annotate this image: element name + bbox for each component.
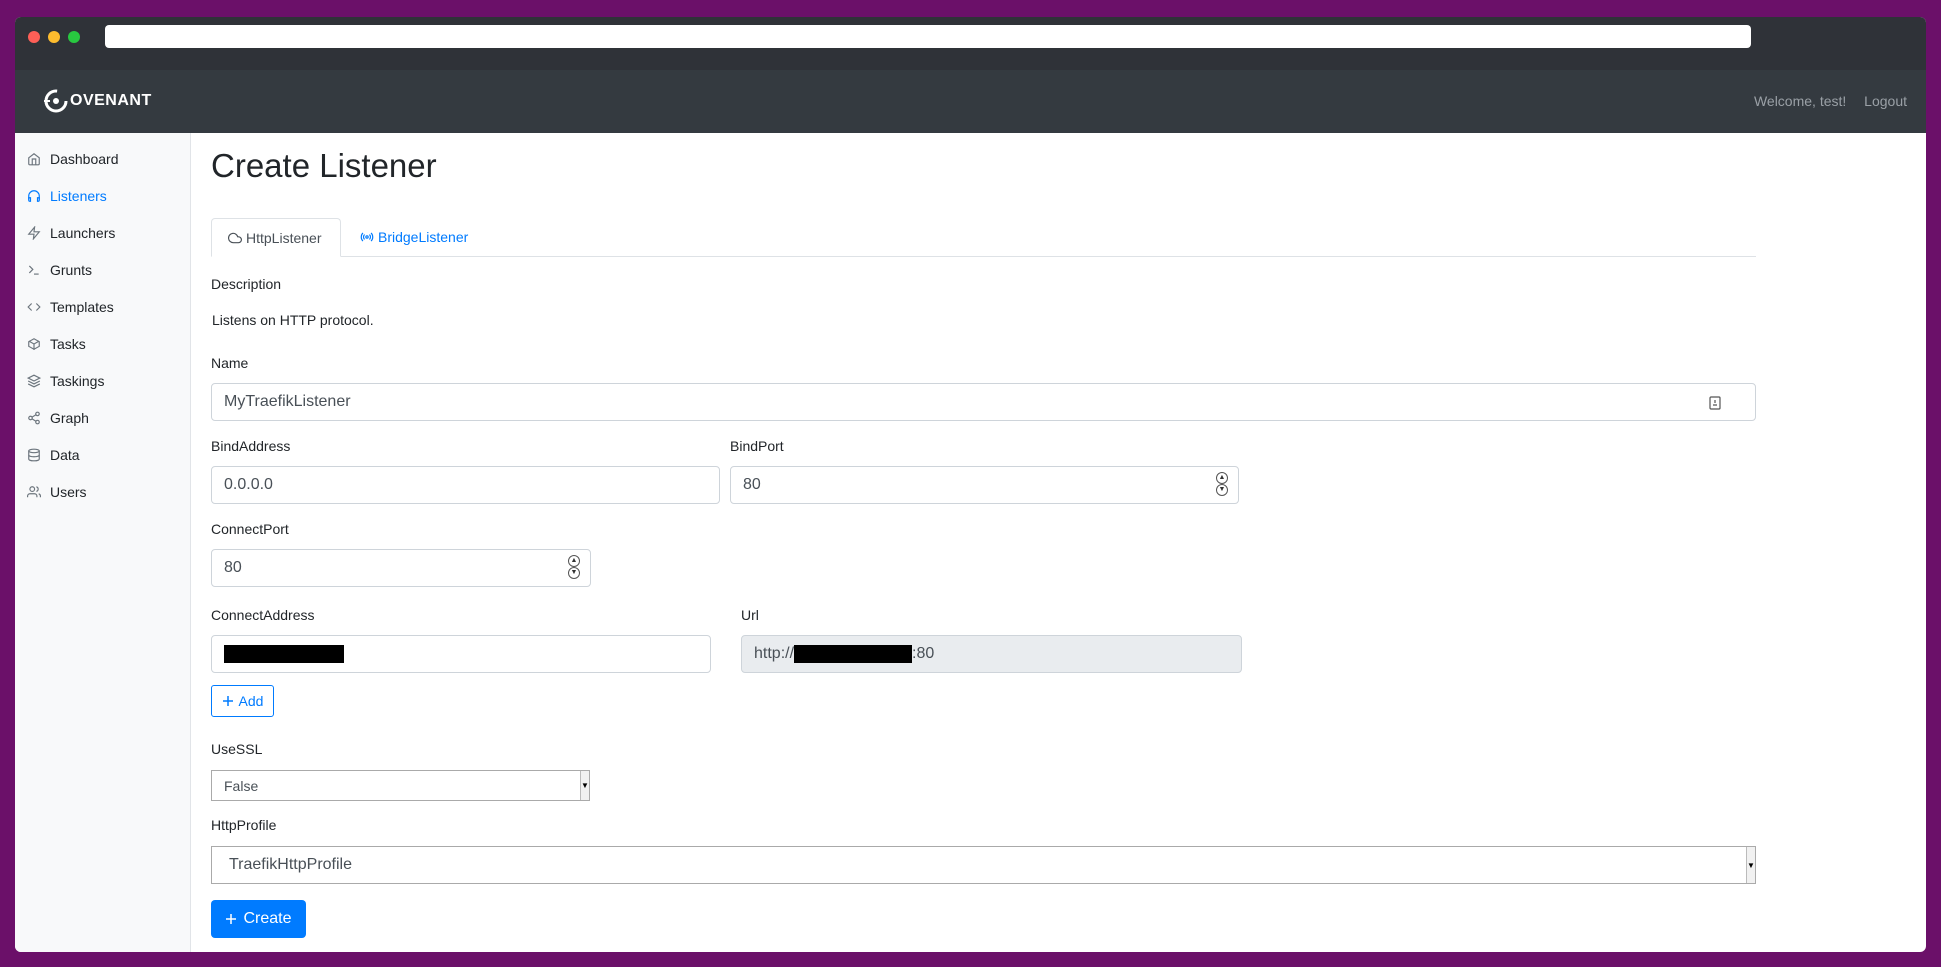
password-manager-icon[interactable] <box>1709 396 1721 410</box>
url-readonly-field: http:// :80 <box>741 635 1242 673</box>
sidebar-item-label: Tasks <box>50 336 86 352</box>
description-label: Description <box>211 276 282 292</box>
bind-port-stepper[interactable]: ▲ ▼ <box>1216 472 1228 496</box>
chevron-down-icon[interactable]: ▼ <box>568 567 580 579</box>
zap-icon <box>27 226 41 240</box>
sidebar-item-label: Dashboard <box>50 151 119 167</box>
sidebar-item-label: Templates <box>50 299 114 315</box>
page-title: Create Listener <box>211 147 437 184</box>
chevron-down-icon[interactable]: ▼ <box>1216 484 1228 496</box>
home-icon <box>28 153 40 166</box>
description-text: Listens on HTTP protocol. <box>212 312 374 328</box>
database-icon <box>28 448 40 462</box>
dropdown-caret-icon: ▼ <box>1746 847 1755 883</box>
sidebar-item-data[interactable]: Data <box>27 444 80 466</box>
tab-label: BridgeListener <box>378 229 469 245</box>
listener-type-tabs: HttpListener BridgeListener <box>211 218 1756 257</box>
brand-logo[interactable]: OVENANT <box>42 86 152 116</box>
bind-address-value: 0.0.0.0 <box>224 476 273 493</box>
bind-address-label: BindAddress <box>211 438 291 454</box>
sidebar-item-users[interactable]: Users <box>27 481 87 503</box>
use-ssl-label: UseSSL <box>211 741 263 757</box>
headphones-icon <box>28 190 40 202</box>
browser-window: OVENANT Welcome, test! Logout Dashboard … <box>15 17 1926 952</box>
connect-address-input[interactable] <box>211 635 711 673</box>
sidebar-item-label: Taskings <box>50 373 105 389</box>
http-profile-value: TraefikHttpProfile <box>229 856 352 873</box>
sidebar-item-launchers[interactable]: Launchers <box>27 222 115 244</box>
sidebar-item-listeners[interactable]: Listeners <box>27 185 107 207</box>
bind-port-input[interactable]: 80 ▲ ▼ <box>730 466 1239 504</box>
redacted-url-host <box>794 645 913 663</box>
sidebar-item-label: Grunts <box>50 262 93 278</box>
cloud-icon <box>228 232 242 243</box>
sidebar: Dashboard Listeners Launchers Grunts Tem… <box>15 133 191 952</box>
sidebar-item-dashboard[interactable]: Dashboard <box>27 148 119 170</box>
create-button-label: Create <box>243 910 292 927</box>
top-navbar: OVENANT Welcome, test! Logout <box>15 70 1926 133</box>
sidebar-item-taskings[interactable]: Taskings <box>27 370 104 392</box>
tab-http-listener[interactable]: HttpListener <box>211 218 341 257</box>
http-profile-label: HttpProfile <box>211 817 277 833</box>
connect-address-label: ConnectAddress <box>211 607 315 623</box>
use-ssl-select[interactable]: False ▼ <box>211 770 590 801</box>
users-icon <box>27 486 41 498</box>
name-label: Name <box>211 355 249 371</box>
browser-titlebar <box>15 17 1926 70</box>
code-icon <box>27 303 41 311</box>
name-input[interactable]: MyTraefikListener <box>211 383 1756 421</box>
sidebar-item-label: Graph <box>50 410 89 426</box>
connect-port-stepper[interactable]: ▲ ▼ <box>568 555 580 579</box>
terminal-icon <box>28 265 39 275</box>
add-connect-address-button[interactable]: Add <box>211 685 274 717</box>
sidebar-item-grunts[interactable]: Grunts <box>27 259 92 281</box>
sidebar-item-label: Data <box>50 447 80 463</box>
url-suffix: :80 <box>912 645 935 662</box>
sidebar-item-tasks[interactable]: Tasks <box>27 333 86 355</box>
tab-bridge-listener[interactable]: BridgeListener <box>344 218 484 256</box>
connect-port-input[interactable]: 80 ▲ ▼ <box>211 549 591 587</box>
sidebar-item-graph[interactable]: Graph <box>27 407 89 429</box>
sidebar-item-label: Launchers <box>50 225 116 241</box>
url-label: Url <box>741 607 759 623</box>
minimize-window-button[interactable] <box>48 31 60 43</box>
user-nav: Welcome, test! Logout <box>1740 93 1907 109</box>
sidebar-item-templates[interactable]: Templates <box>27 296 114 318</box>
welcome-text: Welcome, test! <box>1753 93 1847 109</box>
main-content: Create Listener HttpListener BridgeListe… <box>191 133 1926 952</box>
http-profile-select[interactable]: TraefikHttpProfile ▼ <box>211 846 1756 884</box>
maximize-window-button[interactable] <box>68 31 80 43</box>
url-prefix: http:// <box>754 645 795 662</box>
bind-port-label: BindPort <box>730 438 784 454</box>
bind-address-input[interactable]: 0.0.0.0 <box>211 466 720 504</box>
add-button-label: Add <box>238 693 264 709</box>
plus-icon <box>226 914 237 924</box>
create-button[interactable]: Create <box>211 900 306 938</box>
chevron-up-icon[interactable]: ▲ <box>568 555 580 567</box>
broadcast-icon <box>360 232 374 242</box>
covenant-logo-icon <box>44 89 68 113</box>
use-ssl-value: False <box>224 777 259 794</box>
connect-port-value: 80 <box>224 559 242 576</box>
share-icon <box>28 411 40 425</box>
box-icon <box>28 338 40 350</box>
address-bar[interactable] <box>105 25 1751 48</box>
layers-icon <box>27 374 41 388</box>
sidebar-item-label: Listeners <box>50 188 107 204</box>
connect-port-label: ConnectPort <box>211 521 289 537</box>
brand-name: OVENANT <box>70 92 152 109</box>
chevron-up-icon[interactable]: ▲ <box>1216 472 1228 484</box>
sidebar-item-label: Users <box>50 484 87 500</box>
redacted-connect-address <box>224 645 344 663</box>
dropdown-caret-icon: ▼ <box>580 771 589 800</box>
close-window-button[interactable] <box>28 31 40 43</box>
plus-icon <box>222 696 233 706</box>
tab-label: HttpListener <box>246 229 322 246</box>
name-value: MyTraefikListener <box>224 393 351 410</box>
bind-port-value: 80 <box>743 476 761 493</box>
logout-link[interactable]: Logout <box>1864 93 1907 109</box>
